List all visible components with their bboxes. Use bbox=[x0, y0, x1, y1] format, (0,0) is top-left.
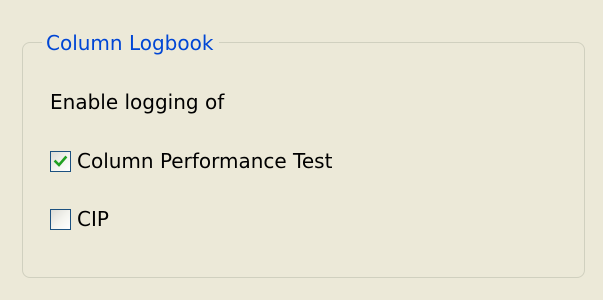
check-mark-icon bbox=[53, 155, 68, 167]
enable-logging-label: Enable logging of bbox=[50, 90, 225, 114]
checkbox-label[interactable]: CIP bbox=[77, 205, 109, 233]
column-performance-test-checkbox[interactable]: Column Performance Test bbox=[50, 146, 332, 176]
checkbox-box[interactable] bbox=[50, 208, 71, 230]
cip-checkbox[interactable]: CIP bbox=[50, 204, 109, 234]
checkbox-box[interactable] bbox=[50, 150, 71, 172]
groupbox-title: Column Logbook bbox=[42, 30, 220, 56]
checkbox-label[interactable]: Column Performance Test bbox=[77, 147, 332, 175]
